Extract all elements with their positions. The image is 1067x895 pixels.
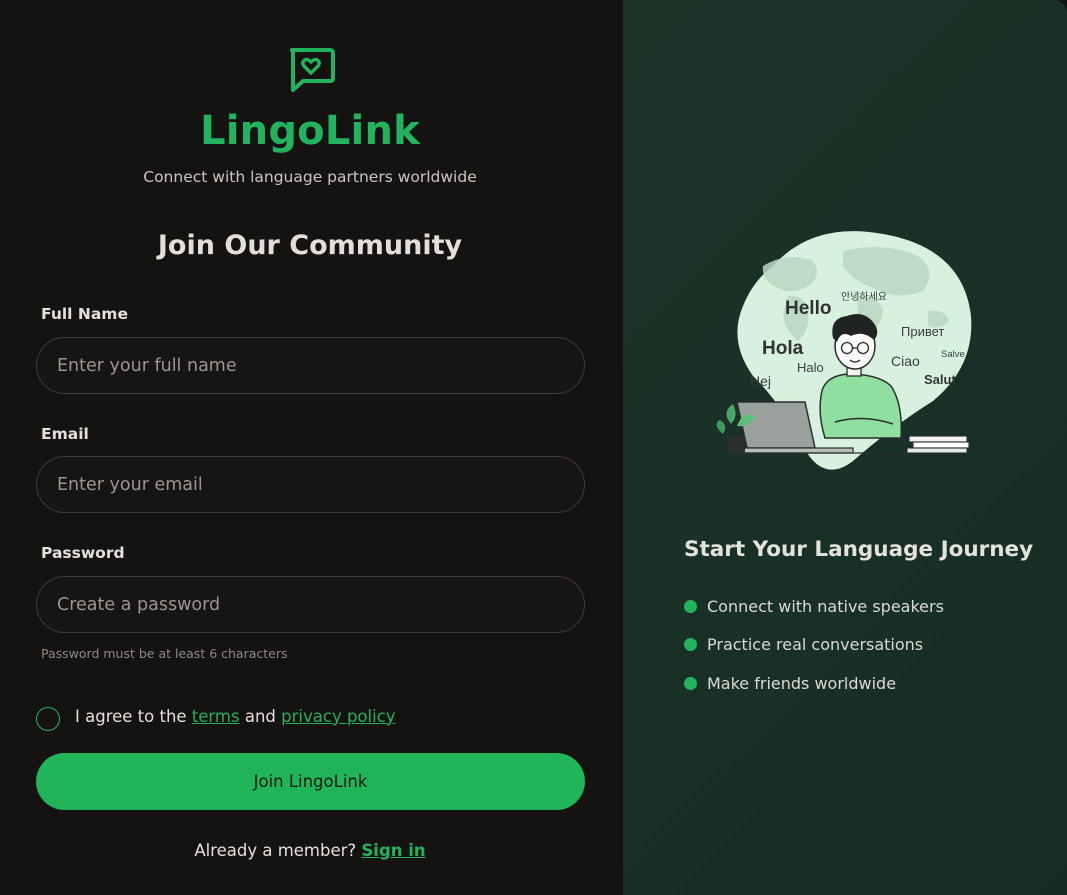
signup-panel: LingoLink Connect with language partners… — [0, 0, 623, 895]
bullet-dot-icon — [684, 676, 697, 690]
brand-tagline: Connect with language partners worldwide — [143, 168, 477, 186]
feature-item: Connect with native speakers — [684, 587, 944, 626]
join-button[interactable]: Join LingoLink — [36, 753, 585, 810]
password-hint: Password must be at least 6 characters — [41, 646, 288, 661]
email-label: Email — [41, 425, 89, 443]
bullet-dot-icon — [684, 638, 697, 652]
privacy-policy-link[interactable]: privacy policy — [281, 707, 395, 726]
feature-text: Practice real conversations — [707, 635, 924, 655]
greeting-salut: Salut — [924, 372, 956, 387]
signin-prompt: Already a member? — [194, 841, 357, 860]
greeting-privet: Привет — [901, 324, 944, 339]
full-name-input[interactable] — [36, 337, 585, 394]
greeting-ciao: Ciao — [891, 353, 920, 369]
chat-heart-icon — [290, 48, 335, 92]
signin-link[interactable]: Sign in — [361, 841, 425, 860]
greeting-salve: Salve — [941, 349, 965, 360]
agree-checkbox[interactable] — [36, 707, 60, 731]
password-label: Password — [41, 544, 125, 562]
agree-text: I agree to the terms and privacy policy — [75, 707, 396, 726]
brand-name: LingoLink — [200, 108, 420, 154]
greeting-korean: 안녕하세요 — [841, 290, 887, 303]
feature-item: Make friends worldwide — [684, 664, 944, 703]
email-input[interactable] — [36, 456, 585, 513]
bullet-dot-icon — [684, 599, 697, 613]
feature-list: Connect with native speakers Practice re… — [684, 587, 944, 703]
signup-page: LingoLink Connect with language partners… — [0, 0, 1067, 895]
greeting-halo: Halo — [797, 360, 824, 375]
terms-link[interactable]: terms — [192, 707, 240, 726]
feature-text: Connect with native speakers — [707, 596, 944, 616]
feature-text: Make friends worldwide — [707, 673, 897, 693]
greeting-hello: Hello — [785, 298, 831, 319]
agree-terms-row: I agree to the terms and privacy policy — [36, 701, 396, 731]
agree-prefix: I agree to the — [75, 706, 187, 726]
signin-row: Already a member? Sign in — [0, 841, 620, 860]
agree-connector: and — [244, 706, 276, 726]
greeting-hola: Hola — [762, 338, 804, 359]
books-stack — [906, 435, 970, 454]
form-heading: Join Our Community — [157, 230, 463, 261]
promo-panel: Hello 안녕하세요 Привет Hola Halo Ciao Salve … — [623, 0, 1067, 895]
journey-title: Start Your Language Journey — [684, 537, 1034, 562]
full-name-label: Full Name — [41, 305, 128, 323]
greeting-hej: Hej — [750, 373, 771, 389]
feature-item: Practice real conversations — [684, 626, 944, 665]
language-learner-illustration: Hello 안녕하세요 Привет Hola Halo Ciao Salve … — [716, 231, 972, 470]
password-input[interactable] — [36, 576, 585, 633]
